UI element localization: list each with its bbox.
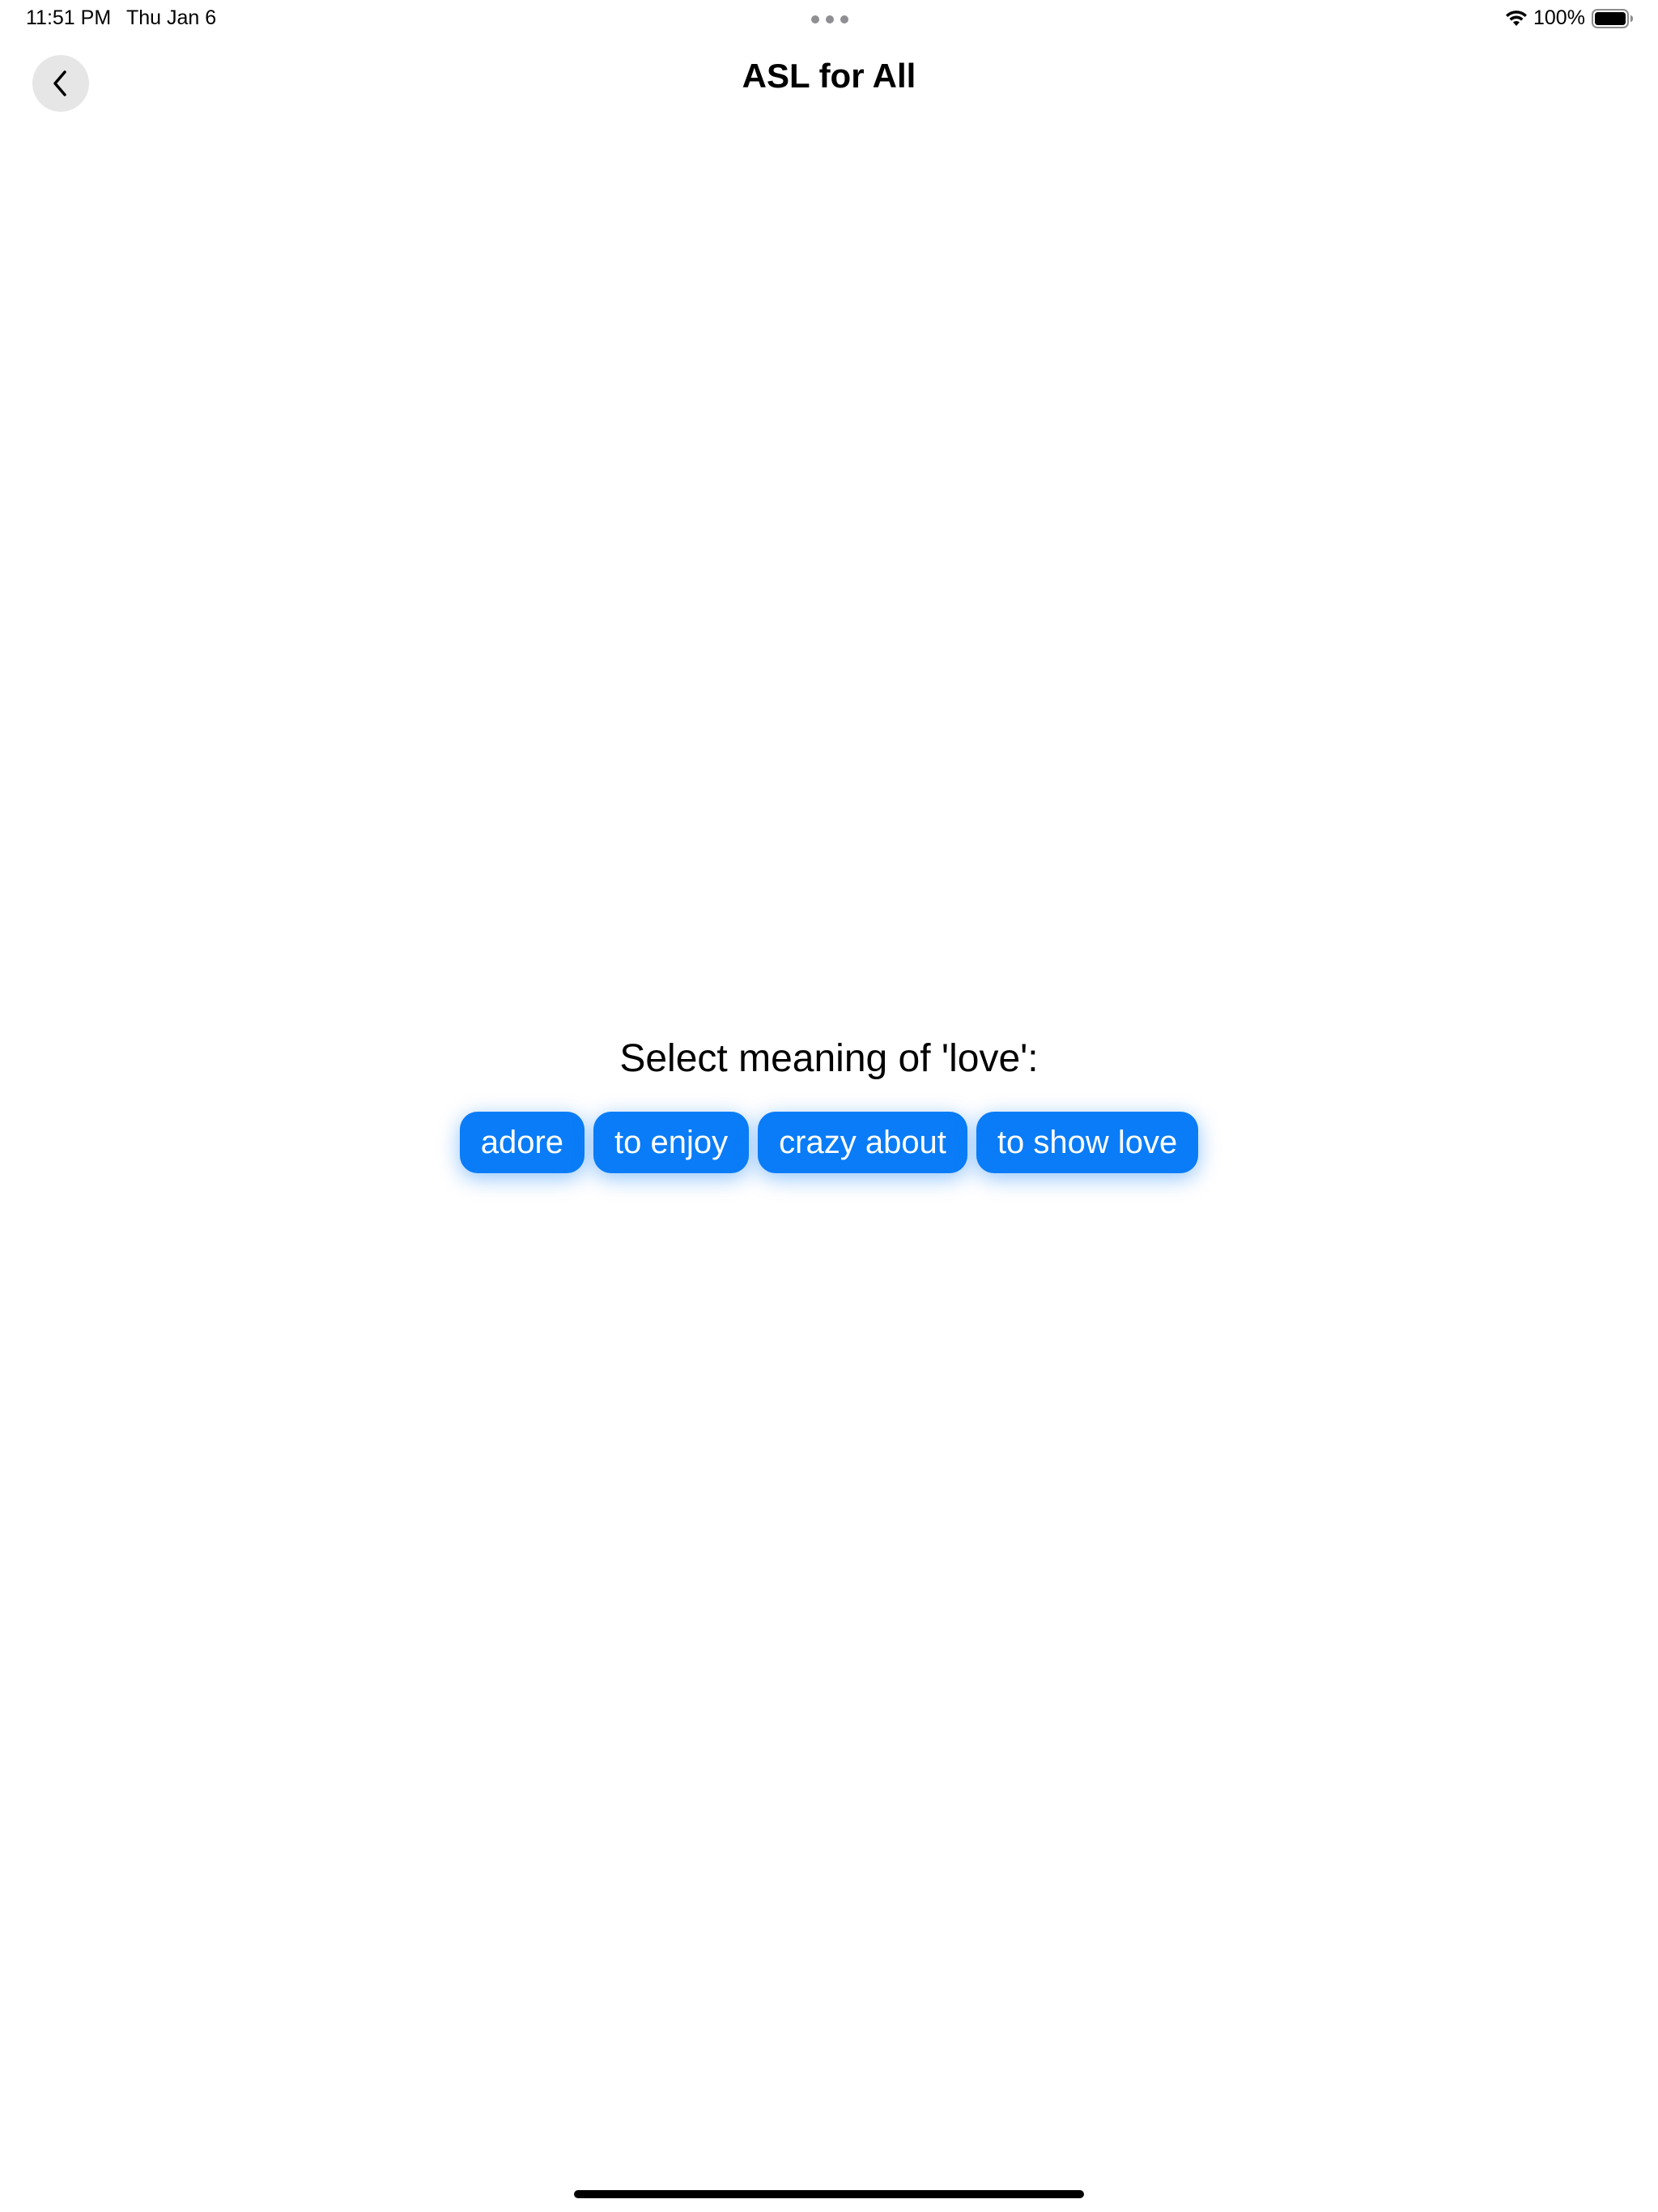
status-time: 11:51 PM	[26, 6, 112, 29]
status-date: Thu Jan 6	[126, 6, 217, 29]
battery-icon	[1592, 9, 1633, 28]
page-title: ASL for All	[742, 57, 916, 95]
option-crazy-about-button[interactable]: crazy about	[758, 1112, 967, 1173]
answer-options: adore to enjoy crazy about to show love	[0, 1112, 1658, 1173]
option-adore-button[interactable]: adore	[459, 1112, 585, 1173]
multitasking-dots-icon[interactable]	[811, 15, 848, 23]
status-bar: 11:51 PM Thu Jan 6 100%	[0, 0, 1658, 39]
home-indicator[interactable]	[574, 2190, 1084, 2198]
wifi-icon	[1506, 11, 1527, 26]
option-to-show-love-button[interactable]: to show love	[976, 1112, 1199, 1173]
battery-percentage: 100%	[1533, 6, 1585, 29]
quiz-prompt: Select meaning of 'love':	[619, 1037, 1039, 1080]
option-to-enjoy-button[interactable]: to enjoy	[593, 1112, 750, 1173]
